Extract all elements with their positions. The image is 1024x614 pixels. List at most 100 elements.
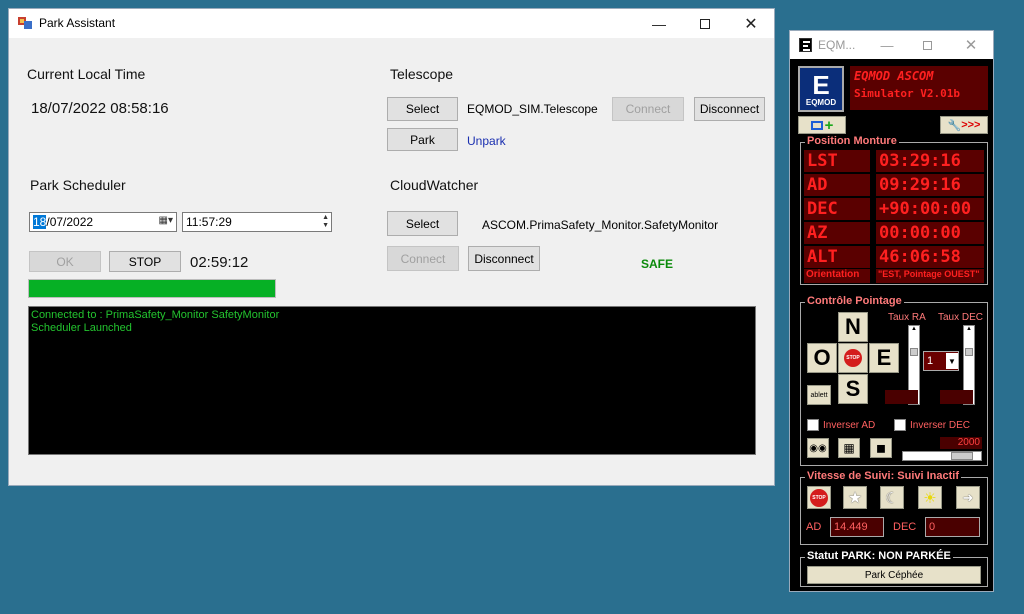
banner-line1: EQMOD ASCOM (854, 69, 934, 83)
az-value: 00:00:00 (876, 222, 984, 244)
spinner-arrows-icon[interactable]: ▲ ▼ (322, 214, 329, 230)
park-scheduler-label: Park Scheduler (30, 177, 126, 193)
west-button[interactable]: O (807, 343, 837, 373)
cloudwatcher-label: CloudWatcher (390, 177, 479, 193)
dec-value: +90:00:00 (876, 198, 984, 220)
cloudwatcher-name: ASCOM.PrimaSafety_Monitor.SafetyMonitor (482, 218, 719, 232)
orientation-value: "EST, Pointage OUEST" (876, 269, 984, 283)
east-button[interactable]: E (869, 343, 899, 373)
chevron-down-icon[interactable]: ▼ (946, 353, 958, 369)
arrows-icon: >>> (961, 119, 981, 131)
park-cephee-button[interactable]: Park Céphée (807, 566, 981, 584)
maximize-icon[interactable] (682, 9, 728, 38)
eqmod-app-icon (799, 38, 812, 52)
eqmod-title: EQM... (818, 38, 856, 52)
time-value: 11:57:29 (186, 215, 232, 229)
inverser-dec-checkbox[interactable] (894, 419, 906, 431)
progress-bar (28, 279, 276, 298)
comet-icon: ➜ (962, 489, 974, 505)
scroll-thumb[interactable] (965, 348, 973, 356)
inverser-ad-checkbox[interactable] (807, 419, 819, 431)
stop-button[interactable]: STOP (109, 251, 181, 272)
scroll-thumb[interactable] (910, 348, 918, 356)
alt-label: ALT (804, 246, 870, 268)
date-rest: /07/2022 (46, 215, 94, 229)
monitor-icon (810, 120, 823, 130)
custom-rate-button[interactable]: ➜ (956, 486, 980, 509)
binoculars-button[interactable]: ◉◉ (807, 438, 829, 458)
telescope-disconnect-button[interactable]: Disconnect (694, 97, 765, 121)
scroll-up-icon: ▲ (966, 326, 972, 332)
cloudwatcher-disconnect-button[interactable]: Disconnect (468, 246, 540, 271)
setup-button[interactable]: 🔧 >>> (940, 116, 988, 134)
log-console[interactable]: Connected to : PrimaSafety_Monitor Safet… (28, 306, 756, 455)
tablet-button[interactable]: ablett (807, 385, 831, 405)
log-line: Scheduler Launched (31, 322, 132, 334)
solar-button[interactable]: ☀ (918, 486, 942, 509)
park-assistant-titlebar[interactable]: Park Assistant — ✕ (9, 9, 774, 38)
cloudwatcher-select-button[interactable]: Select (387, 211, 458, 236)
minimize-icon[interactable]: — (636, 9, 682, 38)
telescope-connect-button[interactable]: Connect (612, 97, 684, 121)
stop-sign-icon: STOP (844, 349, 862, 367)
lst-label: LST (804, 150, 870, 172)
moon-icon: ☾ (885, 489, 899, 507)
star-icon: ★ (847, 489, 863, 507)
tracking-dec-field[interactable]: 0 (925, 517, 980, 537)
rate-value: 1 (927, 355, 934, 367)
pointage-group-title: Contrôle Pointage (805, 295, 904, 307)
eqmod-window: EQM... — ✕ E EQMOD EQMOD ASCOM Simulator… (789, 30, 994, 592)
safety-status: SAFE (641, 257, 674, 271)
alt-value: 46:06:58 (876, 246, 984, 268)
minimize-icon[interactable]: — (872, 31, 902, 59)
stop-sign-icon: STOP (810, 488, 828, 507)
tracking-ad-label: AD (806, 521, 822, 533)
cloudwatcher-connect-button[interactable]: Connect (387, 246, 459, 271)
banner-line2: Simulator V2.01b (854, 87, 960, 100)
window-title: Park Assistant (39, 16, 116, 30)
current-time-value: 18/07/2022 08:58:16 (31, 100, 169, 117)
calendar-dropdown-icon[interactable]: ▦▾ (159, 215, 173, 226)
sidereal-button[interactable]: ★ (843, 486, 867, 509)
eqmod-logo: E EQMOD (798, 66, 844, 112)
log-line: Connected to : PrimaSafety_Monitor Safet… (31, 309, 280, 321)
stop-tracking-button[interactable]: STOP (807, 486, 831, 509)
north-button[interactable]: N (838, 312, 868, 342)
lst-value: 03:29:16 (876, 150, 984, 172)
current-time-label: Current Local Time (27, 66, 146, 82)
tracking-dec-label: DEC (893, 521, 917, 533)
eqmod-titlebar[interactable]: EQM... — ✕ (790, 31, 993, 59)
dec-label: DEC (804, 198, 870, 220)
stop-slew-button[interactable]: STOP (838, 343, 868, 373)
inverser-ad-label: Inverser AD (823, 420, 876, 431)
tracking-ad-field[interactable]: 14.449 (830, 517, 884, 537)
slider-thumb[interactable] (951, 452, 973, 460)
spiral-button[interactable]: ◼ (870, 438, 892, 458)
rate-select[interactable]: 1 ▼ (923, 351, 959, 371)
ad-value: 09:29:16 (876, 174, 984, 196)
taux-dec-label: Taux DEC (938, 312, 984, 323)
ad-label: AD (804, 174, 870, 196)
app-icon (18, 16, 32, 30)
az-label: AZ (804, 222, 870, 244)
south-button[interactable]: S (838, 374, 868, 404)
progress-fill (29, 280, 275, 297)
park-button[interactable]: Park (387, 128, 458, 151)
speed-slider[interactable] (902, 451, 982, 461)
close-icon[interactable]: ✕ (956, 31, 986, 59)
orientation-label: Orientation (804, 269, 870, 283)
close-icon[interactable]: ✕ (728, 9, 774, 38)
grid-button[interactable]: ▦ (838, 438, 860, 458)
park-status-title: Statut PARK: NON PARKÉE (805, 550, 953, 562)
lunar-button[interactable]: ☾ (880, 486, 904, 509)
date-picker[interactable]: 18/07/2022 ▦▾ (29, 212, 177, 232)
time-spinner[interactable]: 11:57:29 ▲ ▼ (182, 212, 332, 232)
unpark-link[interactable]: Unpark (467, 134, 506, 148)
ra-rate-display (885, 390, 918, 404)
maximize-icon[interactable] (912, 31, 942, 59)
ok-button[interactable]: OK (29, 251, 101, 272)
telescope-select-button[interactable]: Select (387, 97, 458, 121)
park-assistant-window: Park Assistant — ✕ Current Local Time 18… (8, 8, 775, 486)
add-device-button[interactable]: + (798, 116, 846, 134)
slider-value: 2000 (940, 437, 982, 449)
